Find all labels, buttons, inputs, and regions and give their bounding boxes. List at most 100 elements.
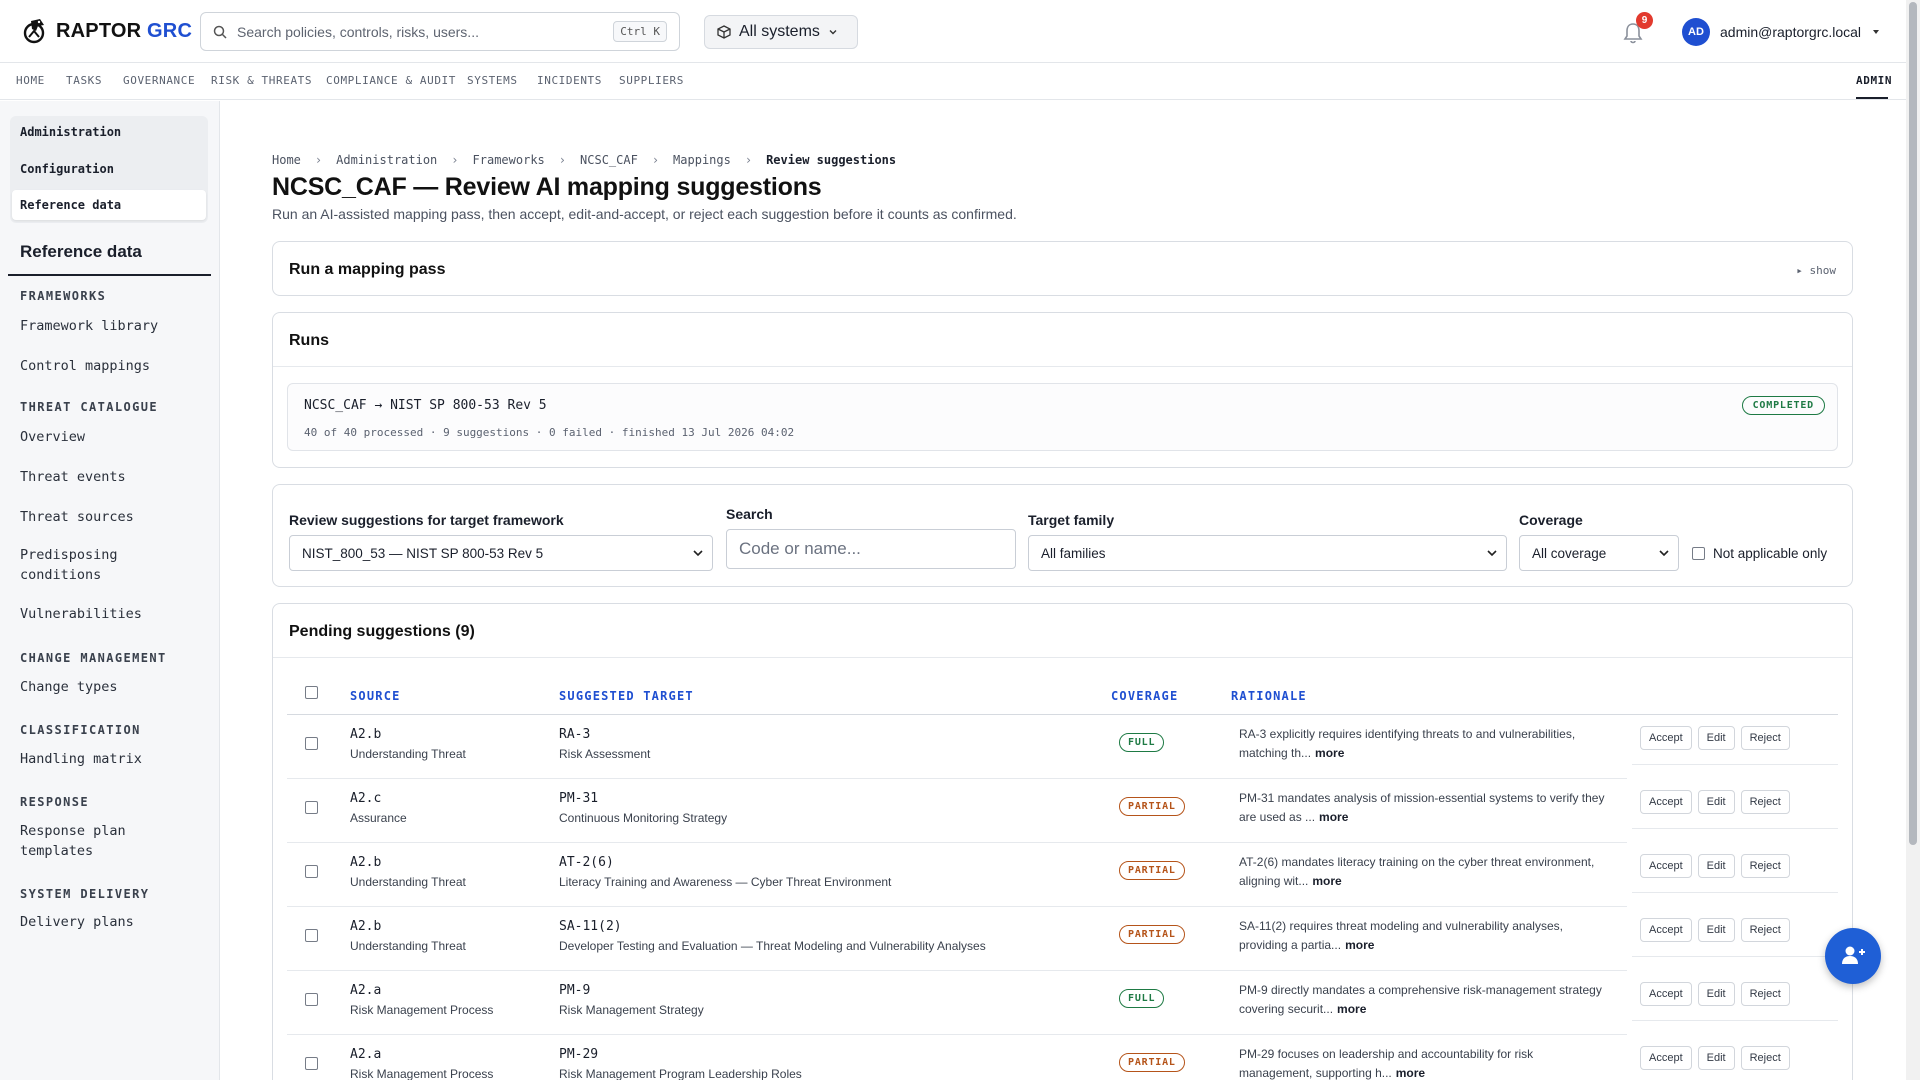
sidebar-link-vulnerabilities[interactable]: Vulnerabilities bbox=[20, 604, 190, 624]
column-rationale[interactable]: RATIONALE bbox=[1231, 689, 1307, 703]
row-actions: Accept Edit Reject bbox=[1640, 726, 1790, 750]
user-menu[interactable]: AD admin@raptorgrc.local bbox=[1682, 18, 1881, 46]
row-checkbox[interactable] bbox=[305, 993, 318, 1006]
breadcrumb-mappings[interactable]: Mappings bbox=[673, 153, 731, 167]
more-link[interactable]: more bbox=[1345, 938, 1374, 952]
sidebar-link-delivery-plans[interactable]: Delivery plans bbox=[20, 912, 190, 932]
sidebar-link-response-plan-templates[interactable]: Response plan templates bbox=[20, 821, 190, 861]
sidebar-section-response: RESPONSE bbox=[20, 795, 89, 809]
target-name: Risk Management Strategy bbox=[559, 1003, 704, 1017]
cube-icon bbox=[717, 25, 731, 39]
search-icon bbox=[213, 25, 227, 39]
row-checkbox[interactable] bbox=[305, 929, 318, 942]
global-search[interactable]: Search policies, controls, risks, users.… bbox=[200, 12, 680, 51]
sidebar-link-threat-sources[interactable]: Threat sources bbox=[20, 507, 190, 527]
source-code: A2.b bbox=[350, 855, 382, 870]
search-shortcut: Ctrl K bbox=[613, 21, 667, 42]
sidebar-link-control-mappings[interactable]: Control mappings bbox=[20, 356, 190, 376]
reject-button[interactable]: Reject bbox=[1740, 982, 1790, 1006]
accept-button[interactable]: Accept bbox=[1640, 854, 1692, 878]
accept-button[interactable]: Accept bbox=[1640, 982, 1692, 1006]
reject-button[interactable]: Reject bbox=[1740, 854, 1790, 878]
assign-user-fab[interactable] bbox=[1825, 928, 1881, 984]
app-logo[interactable]: RAPTOR GRC bbox=[22, 17, 192, 45]
edit-button[interactable]: Edit bbox=[1697, 726, 1735, 750]
sidebar-link-overview[interactable]: Overview bbox=[20, 427, 190, 447]
reject-button[interactable]: Reject bbox=[1740, 726, 1790, 750]
sidebar-link-change-types[interactable]: Change types bbox=[20, 677, 190, 697]
edit-button[interactable]: Edit bbox=[1697, 1046, 1735, 1070]
more-link[interactable]: more bbox=[1319, 810, 1348, 824]
nav-incidents[interactable]: INCIDENTS bbox=[537, 74, 602, 87]
table-row: A2.c Assurance PM-31 Continuous Monitori… bbox=[287, 779, 1838, 843]
nav-governance[interactable]: GOVERNANCE bbox=[123, 74, 195, 87]
sidebar-item-administration[interactable]: Administration bbox=[20, 125, 121, 139]
column-source[interactable]: SOURCE bbox=[350, 689, 401, 703]
sidebar-link-framework-library[interactable]: Framework library bbox=[20, 316, 190, 336]
scrollbar-thumb[interactable] bbox=[1909, 2, 1917, 845]
user-plus-icon bbox=[1842, 946, 1865, 964]
breadcrumb-home[interactable]: Home bbox=[272, 153, 301, 167]
accept-button[interactable]: Accept bbox=[1640, 790, 1692, 814]
sidebar-title-divider bbox=[8, 274, 211, 276]
target-name: Continuous Monitoring Strategy bbox=[559, 811, 728, 825]
system-selector[interactable]: All systems bbox=[704, 15, 858, 49]
page-scrollbar[interactable] bbox=[1906, 0, 1920, 1080]
nav-admin[interactable]: ADMIN bbox=[1856, 74, 1892, 87]
mapping-pass-toggle[interactable]: ▸ show bbox=[1796, 264, 1836, 277]
not-applicable-toggle[interactable]: Not applicable only bbox=[1692, 546, 1827, 561]
sidebar-link-predisposing-conditions[interactable]: Predisposing conditions bbox=[20, 545, 190, 585]
edit-button[interactable]: Edit bbox=[1697, 982, 1735, 1006]
nav-home[interactable]: HOME bbox=[16, 74, 45, 87]
edit-button[interactable]: Edit bbox=[1697, 790, 1735, 814]
breadcrumb-ncsc-caf[interactable]: NCSC_CAF bbox=[580, 153, 638, 167]
row-checkbox[interactable] bbox=[305, 801, 318, 814]
sidebar-item-configuration[interactable]: Configuration bbox=[20, 162, 114, 176]
code-search-input[interactable]: Code or name... bbox=[726, 529, 1016, 569]
row-checkbox[interactable] bbox=[305, 865, 318, 878]
reject-button[interactable]: Reject bbox=[1740, 790, 1790, 814]
breadcrumb-frameworks[interactable]: Frameworks bbox=[473, 153, 545, 167]
mapping-pass-card[interactable]: Run a mapping pass ▸ show bbox=[272, 241, 1853, 296]
top-bar: RAPTOR GRC Search policies, controls, ri… bbox=[0, 0, 1906, 63]
reject-button[interactable]: Reject bbox=[1740, 918, 1790, 942]
accept-button[interactable]: Accept bbox=[1640, 918, 1692, 942]
table-row: A2.b Understanding Threat RA-3 Risk Asse… bbox=[287, 715, 1838, 779]
sidebar-link-threat-events[interactable]: Threat events bbox=[20, 467, 190, 487]
search-label: Search bbox=[726, 506, 773, 522]
more-link[interactable]: more bbox=[1337, 1002, 1366, 1016]
source-name: Assurance bbox=[350, 811, 407, 825]
target-framework-select[interactable]: NIST_800_53 — NIST SP 800-53 Rev 5 bbox=[289, 535, 713, 571]
edit-button[interactable]: Edit bbox=[1697, 854, 1735, 878]
not-applicable-checkbox[interactable] bbox=[1692, 547, 1705, 560]
column-coverage[interactable]: COVERAGE bbox=[1111, 689, 1178, 703]
nav-tasks[interactable]: TASKS bbox=[66, 74, 102, 87]
row-checkbox[interactable] bbox=[305, 1057, 318, 1070]
row-divider bbox=[1632, 764, 1838, 765]
run-item[interactable]: NCSC_CAF → NIST SP 800-53 Rev 5 40 of 40… bbox=[287, 383, 1838, 451]
more-link[interactable]: more bbox=[1312, 874, 1341, 888]
nav-risk-threats[interactable]: RISK & THREATS bbox=[211, 74, 312, 87]
row-actions: Accept Edit Reject bbox=[1640, 854, 1790, 878]
more-link[interactable]: more bbox=[1315, 746, 1344, 760]
target-framework-label: Review suggestions for target framework bbox=[289, 512, 564, 528]
coverage-badge: PARTIAL bbox=[1119, 797, 1185, 816]
select-all-checkbox[interactable] bbox=[305, 686, 318, 699]
more-link[interactable]: more bbox=[1396, 1066, 1425, 1080]
coverage-select[interactable]: All coverage bbox=[1519, 535, 1679, 571]
target-family-select[interactable]: All families bbox=[1028, 535, 1507, 571]
reject-button[interactable]: Reject bbox=[1740, 1046, 1790, 1070]
accept-button[interactable]: Accept bbox=[1640, 726, 1692, 750]
nav-systems[interactable]: SYSTEMS bbox=[467, 74, 518, 87]
breadcrumb-administration[interactable]: Administration bbox=[336, 153, 437, 167]
sidebar-title: Reference data bbox=[20, 242, 142, 261]
edit-button[interactable]: Edit bbox=[1697, 918, 1735, 942]
column-suggested-target[interactable]: SUGGESTED TARGET bbox=[559, 689, 694, 703]
accept-button[interactable]: Accept bbox=[1640, 1046, 1692, 1070]
row-checkbox[interactable] bbox=[305, 737, 318, 750]
sidebar-item-reference-data[interactable]: Reference data bbox=[12, 190, 206, 220]
nav-compliance-audit[interactable]: COMPLIANCE & AUDIT bbox=[326, 74, 456, 87]
sidebar-section-threat-catalogue: THREAT CATALOGUE bbox=[20, 400, 158, 414]
sidebar-link-handling-matrix[interactable]: Handling matrix bbox=[20, 749, 190, 769]
nav-suppliers[interactable]: SUPPLIERS bbox=[619, 74, 684, 87]
